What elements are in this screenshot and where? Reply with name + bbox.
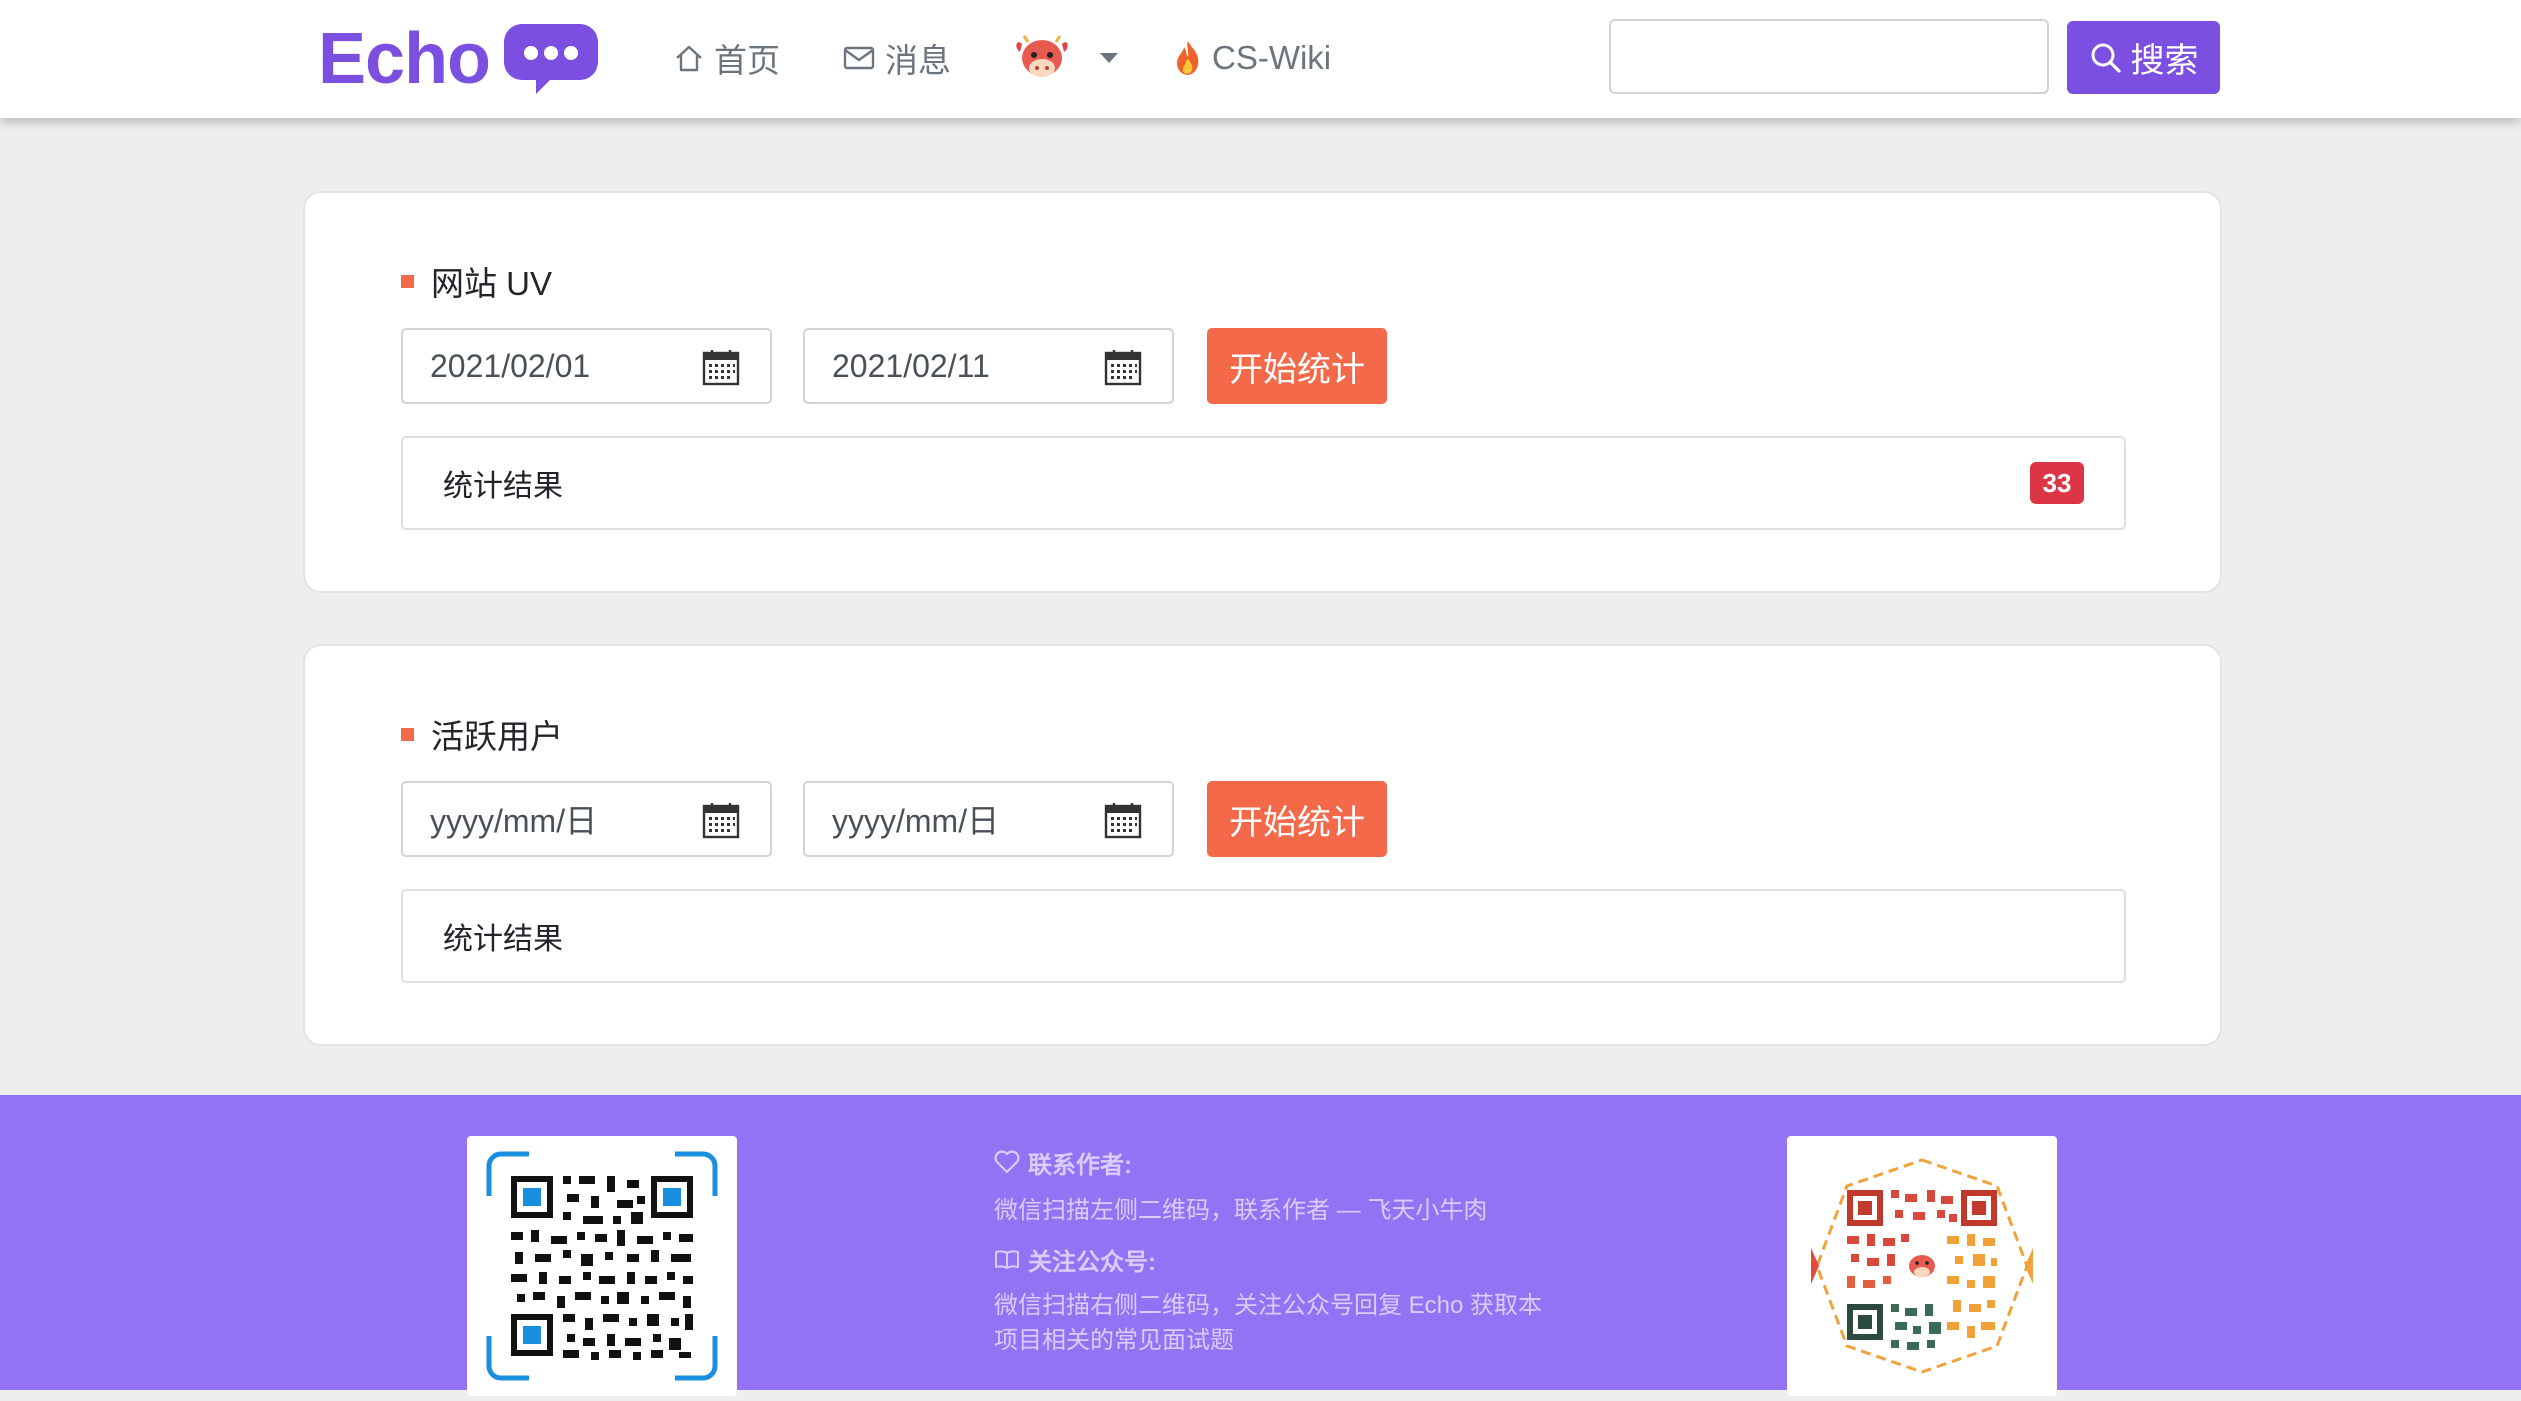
book-icon	[995, 1250, 1019, 1269]
active-result-row: 统计结果	[401, 889, 2126, 983]
active-title-text: 活跃用户	[431, 718, 563, 755]
user-menu-dropdown[interactable]	[1014, 30, 1118, 86]
uv-stats-card: 网站 UV 2021/02/01 2021/02/11 开始统计 统计结果 33	[303, 191, 2222, 593]
official-account-qr	[1787, 1136, 2057, 1396]
follow-text-line1: 微信扫描右侧二维码，关注公众号回复 Echo 获取本	[994, 1292, 1543, 1319]
search-input[interactable]	[1609, 19, 2049, 94]
fire-icon	[1177, 41, 1199, 75]
nav-messages-label: 消息	[885, 42, 951, 79]
active-end-date-placeholder: yyyy/mm/日	[832, 803, 1000, 839]
uv-start-date-input[interactable]: 2021/02/01	[401, 328, 772, 404]
follow-heading-text: 关注公众号:	[1028, 1248, 1156, 1276]
qr-code-icon	[486, 1151, 718, 1381]
footer-info: 联系作者: 微信扫描左侧二维码，联系作者 — 飞天小牛肉 关注公众号: 微信扫描…	[994, 1145, 1594, 1358]
nav-messages[interactable]: 消息	[843, 30, 951, 86]
nav-cs-wiki-label: CS-Wiki	[1212, 39, 1332, 76]
uv-start-date-value: 2021/02/01	[430, 347, 591, 384]
active-start-date-placeholder: yyyy/mm/日	[430, 803, 598, 839]
active-start-date-input[interactable]: yyyy/mm/日	[401, 781, 772, 857]
uv-end-date-value: 2021/02/11	[832, 347, 990, 384]
search-icon	[2091, 43, 2121, 73]
logo-text: Echo	[318, 19, 491, 99]
heart-icon	[994, 1150, 1020, 1174]
home-icon	[676, 45, 702, 72]
calendar-icon[interactable]	[1104, 348, 1142, 386]
caret-down-icon	[1100, 53, 1118, 63]
navbar: Echo 首页 消息 CS-Wiki 搜索	[0, 0, 2521, 118]
logo[interactable]: Echo	[318, 14, 600, 104]
search-button-label: 搜索	[2130, 42, 2199, 80]
active-card-title: 活跃用户	[401, 710, 563, 758]
active-end-date-input[interactable]: yyyy/mm/日	[803, 781, 1174, 857]
envelope-icon	[843, 46, 875, 70]
uv-card-title: 网站 UV	[401, 257, 552, 305]
uv-result-label: 统计结果	[443, 470, 563, 503]
contact-heading: 联系作者:	[994, 1145, 1594, 1179]
footer: 联系作者: 微信扫描左侧二维码，联系作者 — 飞天小牛肉 关注公众号: 微信扫描…	[0, 1095, 2521, 1396]
uv-start-stats-button[interactable]: 开始统计	[1207, 328, 1387, 404]
calendar-icon[interactable]	[1104, 801, 1142, 839]
title-marker	[401, 274, 414, 288]
qr-code-icon	[1811, 1158, 2033, 1374]
follow-text-line2: 项目相关的常见面试题	[994, 1327, 1234, 1354]
author-wechat-qr	[467, 1136, 737, 1396]
nav-cs-wiki[interactable]: CS-Wiki	[1174, 30, 1331, 86]
cow-avatar-icon	[1016, 35, 1068, 77]
uv-title-text: 网站 UV	[431, 265, 553, 302]
contact-text: 微信扫描左侧二维码，联系作者 — 飞天小牛肉	[994, 1197, 1488, 1224]
title-marker	[401, 727, 414, 741]
nav-home[interactable]: 首页	[674, 30, 780, 86]
calendar-icon[interactable]	[702, 801, 740, 839]
active-users-card: 活跃用户 yyyy/mm/日 yyyy/mm/日 开始统计 统计结果	[303, 644, 2222, 1046]
nav-home-label: 首页	[714, 42, 780, 79]
search-button[interactable]: 搜索	[2067, 21, 2220, 94]
active-result-label: 统计结果	[443, 923, 563, 956]
chat-bubble-icon	[504, 24, 599, 94]
calendar-icon[interactable]	[702, 348, 740, 386]
follow-heading: 关注公众号:	[994, 1242, 1594, 1276]
uv-result-badge: 33	[2030, 462, 2084, 504]
uv-result-row: 统计结果 33	[401, 436, 2126, 530]
uv-end-date-input[interactable]: 2021/02/11	[803, 328, 1174, 404]
contact-heading-text: 联系作者:	[1028, 1151, 1132, 1179]
active-start-stats-button[interactable]: 开始统计	[1207, 781, 1387, 857]
